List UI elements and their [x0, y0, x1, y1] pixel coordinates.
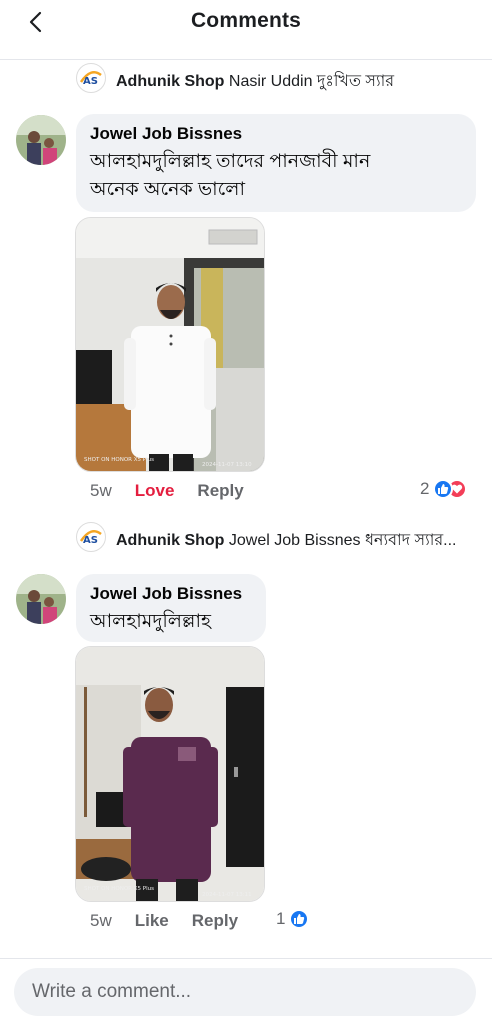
svg-text:AS: AS	[83, 535, 98, 546]
comment-time: 5w	[90, 481, 112, 500]
man-in-white-panjabi-image: SHOT ON HONOR X5 Plus 2024-11-07 13:10	[76, 218, 264, 471]
comment-author[interactable]: Jowel Job Bissnes	[90, 583, 252, 605]
comment-time: 5w	[90, 911, 112, 930]
user-photo	[16, 115, 66, 165]
comment-bubble[interactable]: Jowel Job Bissnes আলহামদুলিল্লাহ	[76, 574, 266, 642]
comment-input[interactable]: Write a comment...	[14, 968, 476, 1016]
comment-composer-bar: Write a comment...	[0, 958, 492, 1024]
reaction-summary[interactable]: 2	[420, 479, 468, 499]
page-title: Comments	[190, 9, 302, 32]
reply-text: Nasir Uddin দুঃখিত স্যার	[228, 73, 395, 90]
comment-text-line: অনেক অনেক ভালো	[90, 179, 245, 200]
collapsed-reply[interactable]: AS Adhunik Shop Nasir Uddin দুঃখিত স্যার	[76, 63, 476, 93]
man-in-purple-panjabi-image: SHOT ON HONOR X5 Plus 2024-11-07 13:11	[76, 647, 264, 901]
avatar[interactable]	[16, 574, 66, 624]
collapsed-reply[interactable]: AS Adhunik Shop Jowel Job Bissnes ধন্যবা…	[76, 522, 476, 552]
reply-button[interactable]: Reply	[192, 911, 238, 931]
reply-button[interactable]: Reply	[197, 481, 243, 501]
like-button[interactable]: Like	[135, 911, 169, 931]
love-button[interactable]: Love	[135, 481, 175, 501]
svg-text:SHOT ON HONOR X5 Plus: SHOT ON HONOR X5 Plus	[84, 457, 154, 463]
comment-photo[interactable]: SHOT ON HONOR X5 Plus 2024-11-07 13:10	[75, 217, 265, 472]
reply-author[interactable]: Adhunik Shop	[116, 73, 224, 90]
reaction-summary[interactable]: 1	[276, 909, 310, 929]
svg-text:AS: AS	[83, 76, 98, 87]
reply-author[interactable]: Adhunik Shop	[116, 532, 224, 549]
shop-logo-icon: AS	[79, 70, 102, 87]
comment-actions: 5w Like Reply	[90, 911, 261, 931]
reaction-count: 1	[276, 909, 286, 928]
comment-author[interactable]: Jowel Job Bissnes	[90, 123, 462, 145]
comment-text-line: আলহামদুলিল্লাহ তাদের পানজাবী মান	[90, 151, 371, 172]
comment-actions: 5w Love Reply	[90, 481, 267, 501]
like-reaction-icon	[289, 909, 310, 929]
reply-text: Jowel Job Bissnes ধন্যবাদ স্যার...	[228, 532, 457, 549]
comment-photo[interactable]: SHOT ON HONOR X5 Plus 2024-11-07 13:11	[75, 646, 265, 902]
shop-avatar: AS	[76, 522, 106, 552]
top-bar: Comments	[0, 0, 492, 60]
shop-logo-icon: AS	[79, 529, 102, 546]
avatar[interactable]	[16, 115, 66, 165]
svg-text:2024-11-07 13:11: 2024-11-07 13:11	[202, 892, 252, 898]
user-photo	[16, 574, 66, 624]
shop-avatar: AS	[76, 63, 106, 93]
svg-text:SHOT ON HONOR X5 Plus: SHOT ON HONOR X5 Plus	[84, 886, 154, 892]
comment-text: আলহামদুলিল্লাহ	[90, 611, 211, 632]
comments-feed[interactable]: AS Adhunik Shop Nasir Uddin দুঃখিত স্যার…	[0, 60, 492, 958]
comment-text: আলহামদুলিল্লাহ তাদের পানজাবী মান অনেক অন…	[90, 147, 462, 205]
comment-bubble[interactable]: Jowel Job Bissnes আলহামদুলিল্লাহ তাদের প…	[76, 114, 476, 212]
reaction-count: 2	[420, 479, 430, 498]
svg-text:2024-11-07 13:10: 2024-11-07 13:10	[202, 462, 252, 468]
